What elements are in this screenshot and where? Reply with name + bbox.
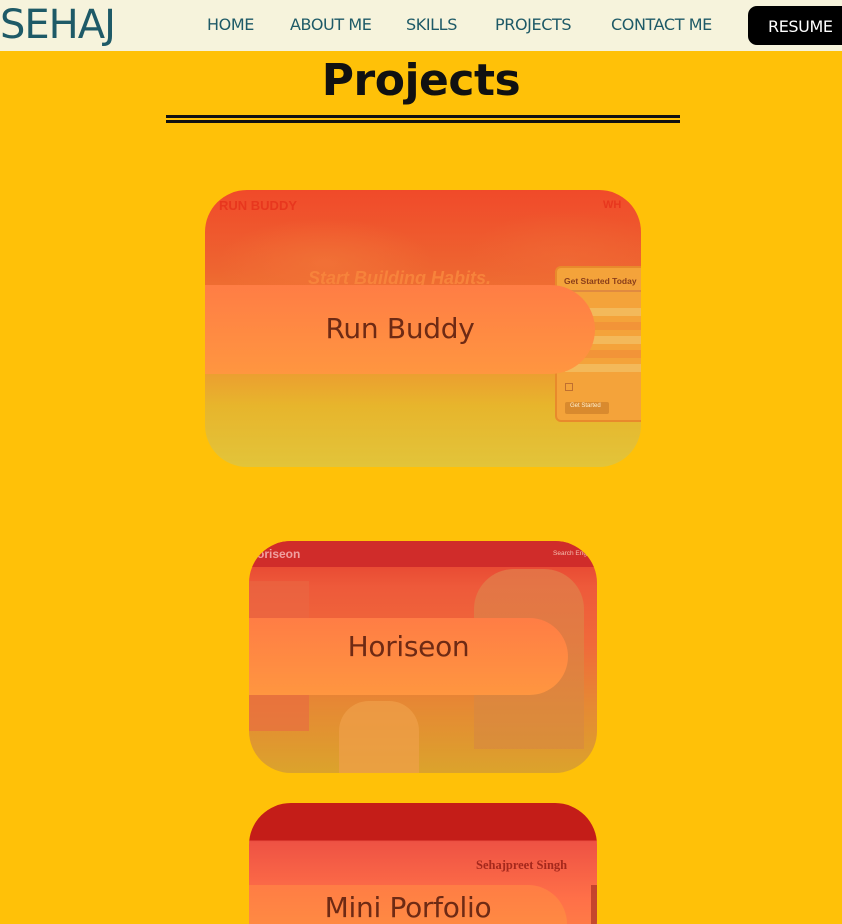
title-underline-bottom bbox=[166, 120, 680, 123]
nav-skills[interactable]: SKILLS bbox=[406, 15, 457, 34]
preview-form-title: Get Started Today bbox=[564, 276, 637, 286]
navbar: SEHAJ HOME ABOUT ME SKILLS PROJECTS CONT… bbox=[0, 0, 842, 51]
brand-logo[interactable]: SEHAJ bbox=[0, 3, 116, 47]
nav-projects[interactable]: PROJECTS bbox=[495, 15, 571, 34]
preview-logo: RUN BUDDY bbox=[219, 198, 297, 213]
project-card-run-buddy[interactable]: RUN BUDDY WH Start Building Habits. Get … bbox=[205, 190, 641, 467]
title-underline-top bbox=[166, 115, 680, 118]
section-title: Projects bbox=[321, 55, 521, 106]
preview-logo: oriseon bbox=[257, 547, 301, 561]
project-label-mini-porfolio: Mini Porfolio bbox=[249, 885, 567, 924]
nav-about[interactable]: ABOUT ME bbox=[290, 15, 372, 34]
resume-button[interactable]: RESUME bbox=[748, 6, 842, 45]
preview-form-button: Get Started bbox=[570, 403, 601, 409]
nav-contact[interactable]: CONTACT ME bbox=[611, 15, 712, 34]
preview-name: Sehajpreet Singh bbox=[476, 858, 568, 872]
project-label-horiseon: Horiseon bbox=[249, 618, 568, 695]
nav-home[interactable]: HOME bbox=[207, 15, 254, 34]
project-card-horiseon[interactable]: oriseon Search Engine Horiseon bbox=[249, 541, 597, 773]
preview-nav: Search Engine bbox=[553, 550, 596, 557]
project-card-mini-porfolio[interactable]: Sehajpreet Singh Mini Porfolio bbox=[249, 803, 597, 924]
project-label-run-buddy: Run Buddy bbox=[205, 285, 595, 374]
preview-nav: WH bbox=[603, 199, 622, 211]
